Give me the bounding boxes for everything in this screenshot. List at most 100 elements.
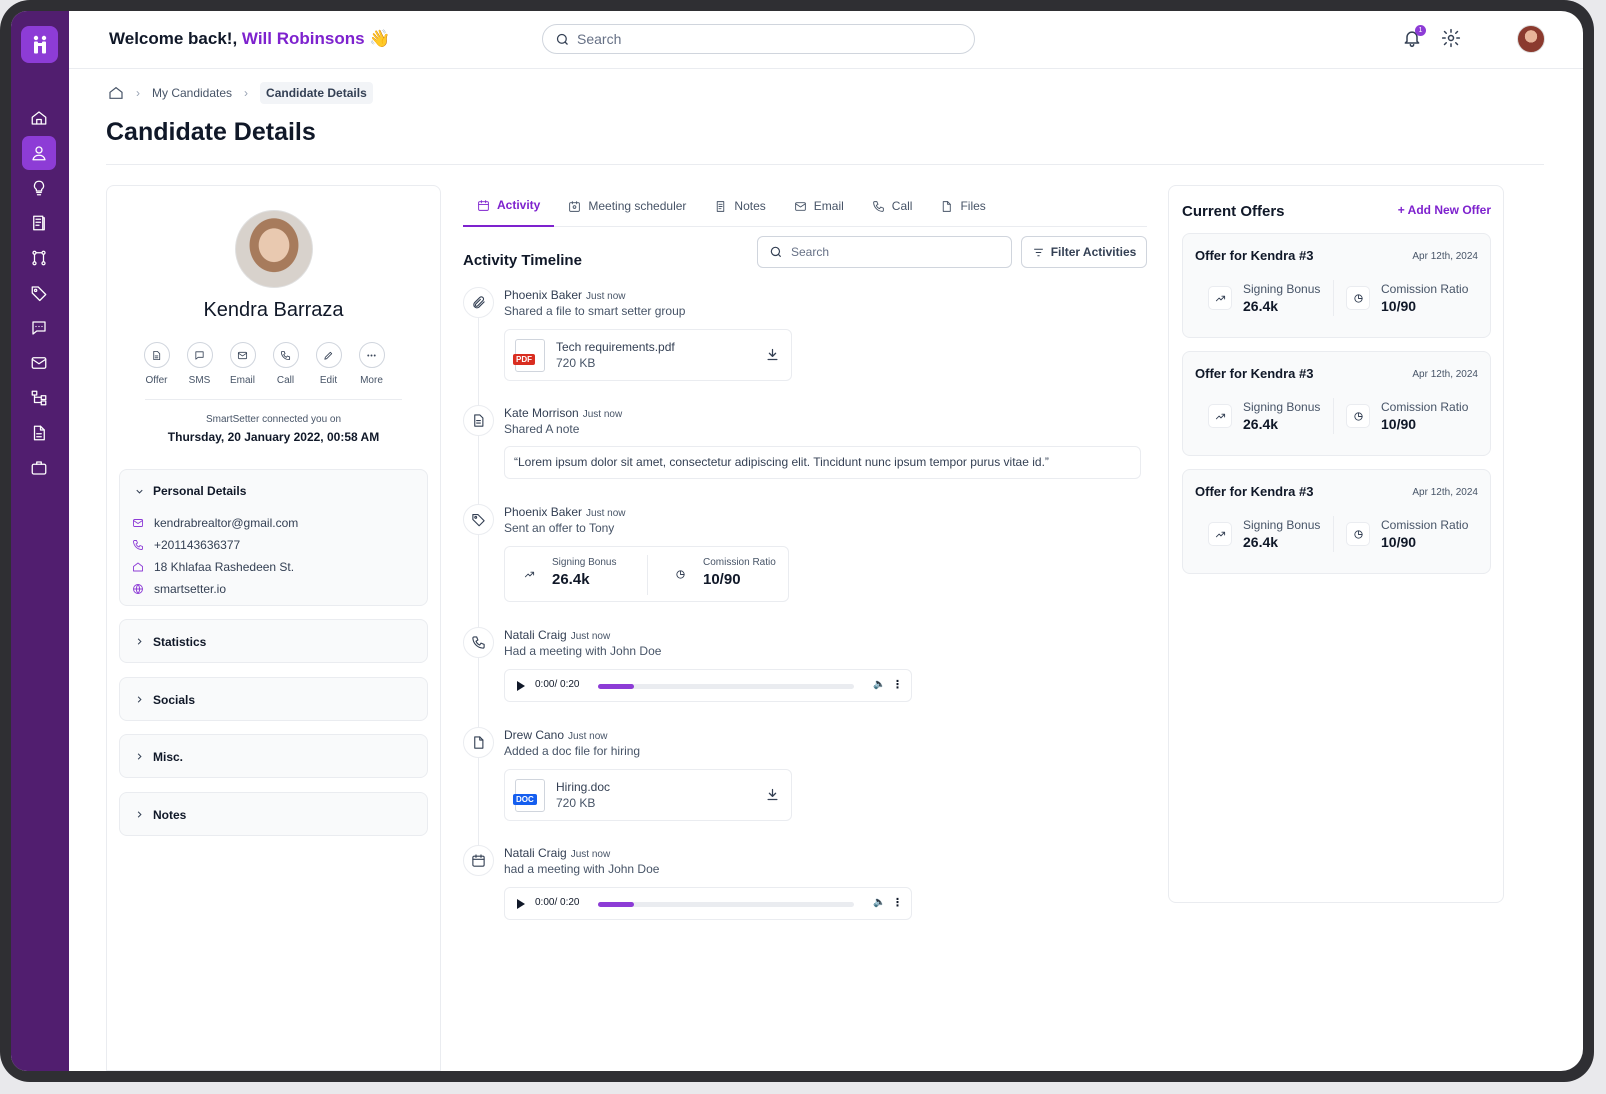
breadcrumb-my-candidates[interactable]: My Candidates — [152, 86, 232, 100]
file-attachment[interactable]: PDF Tech requirements.pdf 720 KB — [504, 329, 792, 381]
file-attachment[interactable]: DOC Hiring.doc 720 KB — [504, 769, 792, 821]
filter-activities-button[interactable]: Filter Activities — [1021, 236, 1147, 268]
offer-card[interactable]: Offer for Kendra #3 Apr 12th, 2024 Signi… — [1182, 233, 1491, 338]
pie-chart-icon — [668, 562, 692, 586]
event-time: Just now — [570, 631, 611, 642]
device-frame: Welcome back!, Will Robinsons 👋 Search 1… — [0, 0, 1594, 1082]
commission-ratio-label: Comission Ratio — [1381, 518, 1469, 532]
socials-section[interactable]: Socials — [119, 677, 428, 721]
tab-files-label: Files — [960, 199, 986, 213]
address-value: 18 Khlafaa Rashedeen St. — [154, 560, 295, 574]
message-icon — [195, 350, 204, 360]
commission-ratio-label: Comission Ratio — [703, 557, 776, 568]
email-row[interactable]: kendrabrealtor@gmail.com — [120, 512, 427, 534]
connected-date: Thursday, 20 January 2022, 00:58 AM — [167, 430, 380, 444]
website-value: smartsetter.io — [154, 582, 227, 596]
tab-files[interactable]: Files — [926, 185, 999, 227]
briefcase-nav-icon[interactable] — [22, 451, 56, 485]
document-nav-icon[interactable] — [22, 416, 56, 450]
file-name: Tech requirements.pdf — [556, 340, 675, 354]
trend-up-icon — [517, 562, 541, 586]
user-name: Will Robinsons — [241, 29, 365, 48]
play-icon[interactable] — [517, 681, 525, 691]
offer-card[interactable]: Offer for Kendra #3 Apr 12th, 2024 Signi… — [1182, 351, 1491, 456]
phone-row[interactable]: +201143636377 — [120, 534, 427, 556]
home-nav-icon[interactable] — [22, 101, 56, 135]
divider — [1333, 280, 1334, 316]
candidates-nav-icon[interactable] — [22, 136, 56, 170]
timeline-event-icon — [463, 504, 494, 535]
tab-notes[interactable]: Notes — [700, 185, 779, 227]
website-row[interactable]: smartsetter.io — [120, 578, 427, 600]
offer-card[interactable]: Offer for Kendra #3 Apr 12th, 2024 Signi… — [1182, 469, 1491, 574]
statistics-section[interactable]: Statistics — [119, 619, 428, 663]
audio-progress-track[interactable] — [598, 684, 854, 689]
home-icon[interactable] — [108, 85, 124, 101]
tab-call[interactable]: Call — [858, 185, 927, 227]
doc-file-icon: DOC — [513, 779, 545, 812]
download-icon — [767, 348, 778, 361]
trend-up-icon — [1208, 286, 1232, 310]
event-author-name: Drew Cano — [504, 728, 565, 742]
sms-action-button[interactable]: SMS — [182, 342, 217, 386]
offer-action-button[interactable]: Offer — [139, 342, 174, 386]
paperclip-icon — [473, 296, 485, 309]
pie-chart-icon — [1346, 404, 1370, 428]
volume-icon[interactable]: 🔈 — [873, 897, 885, 908]
more-dots-icon — [367, 354, 376, 356]
audio-player: 0:00/ 0:20 🔈 ⋮ — [504, 669, 912, 702]
file-size: 720 KB — [556, 796, 596, 810]
more-vertical-icon[interactable]: ⋮ — [892, 678, 903, 691]
call-action-button[interactable]: Call — [268, 342, 303, 386]
edit-action-label: Edit — [319, 375, 338, 386]
signing-bonus-value: 26.4k — [1243, 298, 1279, 314]
home-icon — [133, 562, 143, 572]
event-description: Added a doc file for hiring — [504, 744, 641, 758]
email-action-button[interactable]: Email — [225, 342, 260, 386]
download-button[interactable] — [765, 787, 780, 807]
signing-bonus-stat: Signing Bonus 26.4k — [505, 547, 647, 603]
audio-progress-track[interactable] — [598, 902, 854, 907]
phone-icon — [872, 200, 884, 212]
event-author: Phoenix Baker Just now — [504, 288, 626, 302]
event-author-name: Natali Craig — [504, 846, 567, 860]
mail-icon — [794, 201, 806, 211]
shared-note: “Lorem ipsum dolor sit amet, consectetur… — [504, 446, 1141, 479]
add-offer-label: Add New Offer — [1407, 203, 1491, 217]
play-icon[interactable] — [517, 899, 525, 909]
book-nav-icon[interactable] — [22, 206, 56, 240]
personal-details-header[interactable]: Personal Details — [120, 470, 427, 512]
mail-nav-icon[interactable] — [22, 346, 56, 380]
global-search-input[interactable]: Search — [542, 24, 975, 54]
commission-ratio-stat: Comission Ratio 10/90 — [656, 547, 790, 603]
volume-icon[interactable]: 🔈 — [873, 679, 885, 690]
event-description: had a meeting with John Doe — [504, 862, 660, 876]
tab-activity[interactable]: Activity — [463, 185, 555, 227]
offer-stats: Signing Bonus 26.4k Comission Ratio 10/9… — [1183, 516, 1490, 556]
hierarchy-nav-icon[interactable] — [22, 381, 56, 415]
more-action-button[interactable]: More — [354, 342, 389, 386]
timeline-event-icon — [463, 405, 494, 436]
notes-section[interactable]: Notes — [119, 792, 428, 836]
lightbulb-nav-icon[interactable] — [22, 171, 56, 205]
misc-section[interactable]: Misc. — [119, 734, 428, 778]
activity-search-input[interactable]: Search — [757, 236, 1012, 268]
download-button[interactable] — [765, 347, 780, 367]
offer-stats: Signing Bonus 26.4k Comission Ratio 10/9… — [1183, 280, 1490, 320]
tab-meeting-scheduler[interactable]: Meeting scheduler — [554, 185, 700, 227]
settings-button[interactable] — [1441, 28, 1463, 50]
add-new-offer-button[interactable]: + Add New Offer — [1398, 203, 1491, 217]
workflow-nav-icon[interactable] — [22, 241, 56, 275]
tab-email[interactable]: Email — [780, 185, 858, 227]
more-vertical-icon[interactable]: ⋮ — [892, 896, 903, 909]
app-logo[interactable] — [21, 26, 58, 63]
offer-summary[interactable]: Signing Bonus 26.4k Comission Ratio 10/9… — [504, 546, 789, 602]
user-avatar[interactable] — [1517, 25, 1545, 53]
email-value: kendrabrealtor@gmail.com — [154, 516, 299, 530]
chat-nav-icon[interactable] — [22, 311, 56, 345]
app-screen: Welcome back!, Will Robinsons 👋 Search 1… — [11, 11, 1583, 1071]
tab-meeting-label: Meeting scheduler — [588, 199, 687, 213]
notifications-button[interactable]: 1 — [1402, 25, 1426, 50]
tag-nav-icon[interactable] — [22, 276, 56, 310]
edit-action-button[interactable]: Edit — [311, 342, 346, 386]
